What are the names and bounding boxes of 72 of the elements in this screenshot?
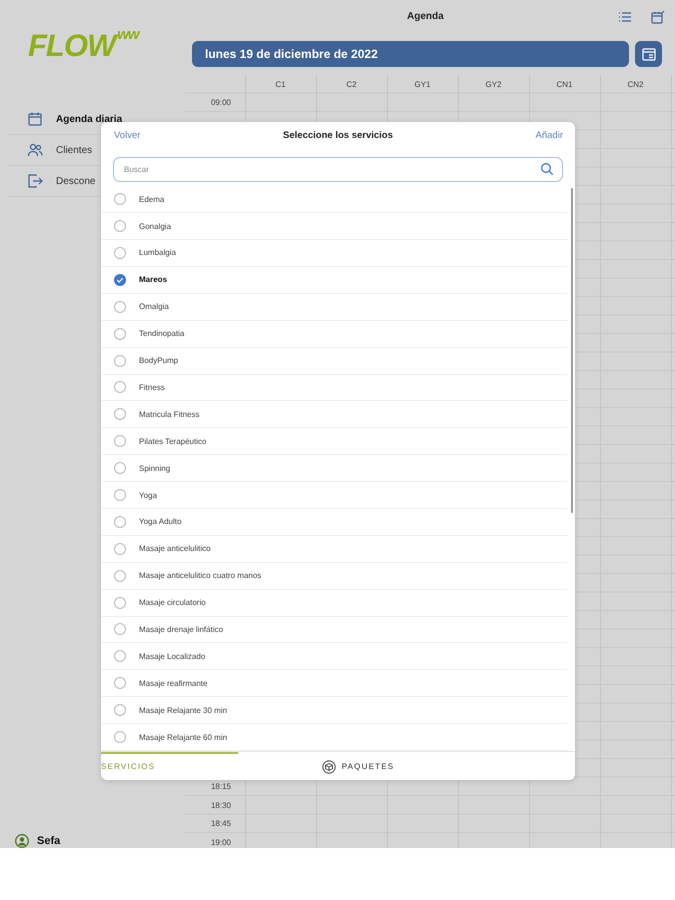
service-item[interactable]: Masaje Localizado — [101, 643, 567, 670]
radio-button[interactable] — [114, 354, 126, 367]
service-item[interactable]: Yoga — [101, 482, 567, 509]
radio-button[interactable] — [114, 623, 126, 636]
service-item[interactable]: Masaje anticelulitico cuatro manos — [101, 562, 567, 590]
box-icon — [322, 760, 336, 774]
service-item[interactable]: Omalgia — [101, 294, 567, 321]
service-item[interactable]: Masaje reafirmante — [101, 670, 567, 698]
service-item[interactable]: Mareos — [101, 266, 567, 294]
column-header: GY1 — [414, 80, 430, 89]
time-label: 19:00 — [210, 838, 231, 847]
service-item[interactable]: Tendinopatia — [101, 320, 567, 348]
service-item[interactable]: BodyPump — [101, 348, 567, 374]
column-header: GY2 — [485, 80, 502, 89]
radio-button[interactable] — [114, 300, 126, 313]
column-header: C2 — [346, 80, 357, 89]
logo: FLOW$^{ww}$ — [28, 28, 139, 64]
search-field[interactable]: Buscar — [113, 157, 563, 182]
service-item[interactable]: Gonalgia — [101, 213, 567, 240]
radio-button[interactable] — [114, 650, 126, 662]
calendar-button[interactable] — [635, 41, 662, 67]
page-title: Agenda — [407, 11, 444, 22]
user-name: Sefa — [37, 835, 60, 847]
column-header: CN2 — [627, 80, 644, 89]
service-item[interactable]: Masaje Relajante 60 min — [101, 724, 567, 751]
service-item[interactable]: Lumbalgia — [101, 240, 567, 267]
service-item[interactable]: Edema — [101, 186, 567, 214]
radio-button[interactable] — [114, 220, 126, 232]
service-item[interactable]: Pilates Terapéutico — [101, 428, 567, 456]
service-item[interactable]: Masaje circulatorio — [101, 590, 567, 617]
scrollbar[interactable] — [571, 188, 573, 514]
radio-button[interactable] — [114, 704, 126, 716]
time-label: 09:00 — [210, 98, 231, 108]
radio-button[interactable] — [114, 516, 126, 528]
service-item[interactable]: Yoga Adulto — [101, 508, 567, 536]
people-icon — [27, 142, 43, 158]
column-header: C1 — [275, 80, 286, 89]
radio-button[interactable] — [114, 246, 126, 259]
service-item[interactable]: Masaje Relajante 30 min — [101, 697, 567, 724]
radio-button[interactable] — [114, 193, 126, 206]
search-icon — [540, 162, 554, 176]
time-label: 18:15 — [210, 782, 231, 792]
radio-button[interactable] — [114, 731, 126, 744]
add-link[interactable]: Añadir — [536, 130, 563, 141]
time-label: 18:45 — [210, 819, 231, 828]
service-item[interactable]: Masaje anticelulitico — [101, 536, 567, 563]
date-bar[interactable]: lunes 19 de diciembre de 2022 — [192, 41, 629, 67]
radio-button[interactable] — [114, 677, 126, 690]
dialog-title: Seleccione los servicios — [283, 130, 393, 141]
radio-button[interactable] — [114, 381, 126, 394]
radio-button[interactable] — [114, 596, 126, 609]
calendar-icon — [640, 46, 656, 62]
radio-button[interactable] — [114, 489, 126, 501]
radio-button[interactable] — [114, 570, 126, 582]
radio-button[interactable] — [114, 435, 126, 448]
calendar-icon — [27, 111, 43, 127]
radio-button[interactable] — [114, 542, 126, 555]
tab[interactable]: PAQUETES — [238, 752, 478, 780]
column-header: CN1 — [556, 80, 572, 89]
radio-button[interactable] — [114, 408, 126, 420]
service-item[interactable]: Masaje drenaje linfático — [101, 616, 567, 644]
service-item[interactable]: Spinning — [101, 455, 567, 482]
checkmark-icon — [116, 276, 124, 284]
user-icon — [15, 834, 29, 848]
radio-button[interactable] — [114, 328, 126, 340]
calendar-edit-icon[interactable] — [650, 9, 666, 25]
radio-button[interactable] — [114, 462, 126, 474]
time-label: 18:30 — [210, 800, 231, 810]
logout-icon — [27, 173, 43, 189]
radio-button[interactable] — [114, 274, 126, 286]
service-item[interactable]: Fitness — [101, 374, 567, 402]
service-item[interactable]: Matricula Fitness — [101, 401, 567, 428]
